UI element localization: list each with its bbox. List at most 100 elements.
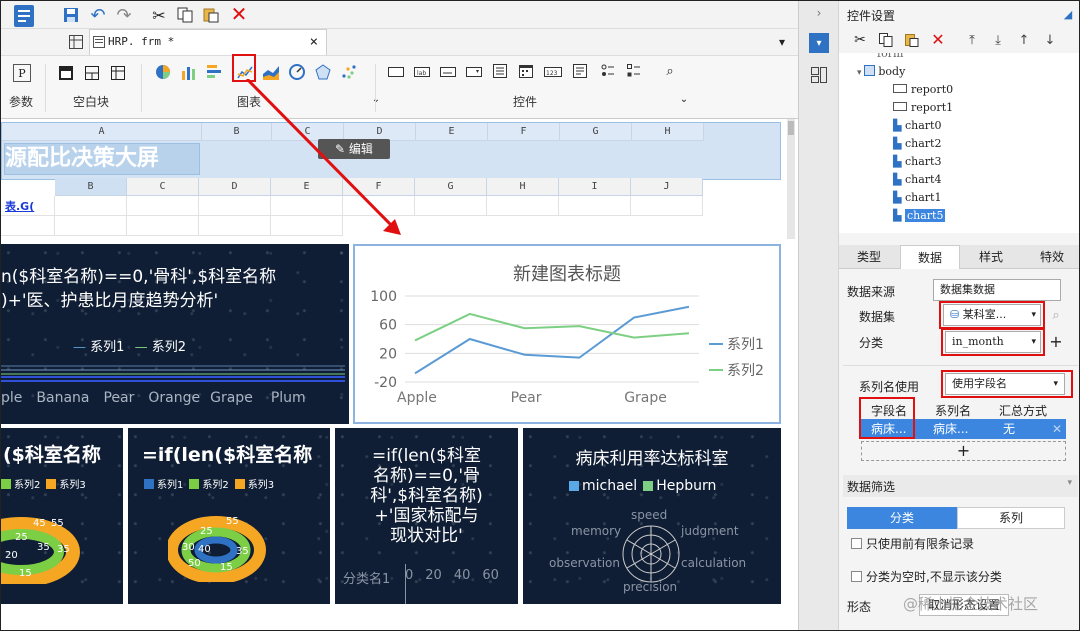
y-tick-label: -20	[374, 375, 397, 391]
tree-root-form[interactable]: form	[877, 53, 903, 63]
grid-view-icon[interactable]	[67, 33, 85, 51]
text-widget-icon[interactable]	[439, 64, 457, 80]
panel-ring-2[interactable]: =if(len($科室名称 系列1 系列2 系列3 55 25 30 40 35 5…	[128, 428, 330, 604]
series-name-use-label: 系列名使用	[859, 380, 920, 394]
app-logo-icon[interactable]	[11, 3, 37, 29]
radio-group-icon[interactable]	[599, 62, 617, 80]
tree-node-body[interactable]: ▾ body	[857, 63, 905, 81]
radar-chart-icon[interactable]	[313, 62, 333, 82]
col-b: B	[233, 126, 240, 137]
report1-block[interactable]: B C D E F G H I J 表.G(	[1, 178, 703, 244]
filter-section-header[interactable]: 数据筛选 ▾	[843, 475, 1078, 497]
tree-delete-icon[interactable]: ✕	[929, 30, 947, 49]
blank-block-icon-2[interactable]	[83, 64, 101, 82]
report0-block[interactable]: A B C D E F G H 源配比决策大屏 ✎ 编辑	[1, 122, 781, 180]
button-widget-icon[interactable]	[387, 64, 405, 80]
tree-node-report0[interactable]: report0	[893, 81, 953, 99]
edit-button[interactable]: ✎ 编辑	[318, 139, 390, 159]
left-legend-1: 系列1	[90, 340, 125, 355]
tab-close-icon[interactable]: ×	[310, 30, 318, 54]
tree-copy-icon[interactable]	[877, 31, 895, 49]
redo-icon[interactable]: ↷	[113, 5, 135, 26]
component-library-icon[interactable]	[809, 65, 829, 85]
undo-icon[interactable]: ↶	[87, 5, 109, 26]
tree-node-chart5[interactable]: ▙ chart5	[893, 207, 946, 225]
date-widget-icon[interactable]	[517, 62, 535, 80]
tree-paste-icon[interactable]	[903, 31, 921, 49]
bar-chart-icon[interactable]	[179, 62, 199, 82]
remove-row-icon[interactable]: ✕	[1052, 419, 1062, 439]
file-tabs: HRP. frm * × ▾	[1, 29, 798, 55]
add-category-icon[interactable]: +	[1047, 331, 1065, 351]
query-widget-icon[interactable]: ⌕	[661, 62, 679, 80]
blank-block-icon-3[interactable]	[109, 64, 127, 82]
tab-data[interactable]: 数据	[900, 245, 960, 269]
tree-node-chart4[interactable]: ▙ chart4	[893, 171, 941, 189]
label-widget-icon[interactable]: lab	[413, 64, 431, 80]
widget-settings-icon[interactable]: ▾	[809, 33, 829, 53]
tree-node-chart3[interactable]: ▙ chart3	[893, 153, 941, 171]
chart-group-expand-icon[interactable]: ⌄	[369, 92, 383, 106]
horizontal-bar-icon[interactable]	[205, 62, 225, 82]
col-b2: B	[87, 181, 94, 192]
collapse-arrow-icon[interactable]: ›	[811, 5, 827, 21]
form-canvas[interactable]: A B C D E F G H 源配比决策大屏 ✎ 编辑 B C D E F G…	[1, 79, 798, 630]
hide-empty-checkbox[interactable]	[851, 571, 862, 582]
tree-cut-icon[interactable]: ✂	[851, 31, 869, 49]
add-series-button[interactable]: +	[861, 441, 1066, 461]
move-down-icon[interactable]: ↓	[1041, 31, 1059, 49]
checkbox-group-icon[interactable]	[625, 62, 643, 80]
control-group-expand-icon[interactable]: ⌄	[677, 92, 691, 106]
pin-icon[interactable]: ▾	[773, 33, 791, 51]
tab-effects[interactable]: 特效	[1022, 245, 1079, 269]
panel-radar[interactable]: 病床利用率达标科室 michael Hepburn speed judgment …	[523, 428, 781, 604]
filter-tab-series[interactable]: 系列	[957, 507, 1065, 529]
line-chart-svg: 新建图表标题 100 60 20 -20 Apple Pear Grape 系列1 系列2	[370, 264, 764, 406]
textarea-widget-icon[interactable]	[571, 62, 589, 80]
filter-tab-category[interactable]: 分类	[847, 507, 957, 529]
x-tick-label: Apple	[397, 390, 437, 406]
canvas-scrollbar[interactable]	[787, 119, 795, 239]
formula-cell[interactable]: 表.G(	[5, 198, 34, 214]
delete-icon[interactable]: ✕	[229, 2, 249, 26]
hide-empty-option[interactable]: 分类为空时,不显示该分类	[851, 568, 1002, 585]
limit-records-checkbox[interactable]	[851, 538, 862, 549]
move-up-icon[interactable]: ↑	[1015, 31, 1033, 49]
legend-label-1: 系列1	[727, 337, 764, 353]
tree-node-report1[interactable]: report1	[893, 99, 953, 117]
pie-chart-icon[interactable]	[153, 62, 173, 82]
panel-ring-1[interactable]: ($科室名称 系列2 系列3 45 55 25 35 35 20 15	[1, 428, 123, 604]
chart5-new-line-chart[interactable]: 新建图表标题 100 60 20 -20 Apple Pear Grape 系列1 系列2	[353, 244, 781, 424]
area-chart-icon[interactable]	[261, 62, 281, 82]
tab-type[interactable]: 类型	[839, 245, 899, 269]
move-bottom-icon[interactable]: ⤓	[989, 31, 1007, 49]
paste-icon[interactable]	[201, 5, 221, 25]
list-widget-icon[interactable]	[491, 62, 509, 80]
blank-block-icon-1[interactable]	[57, 64, 75, 82]
chart-trend-left[interactable]: n($科室名称)==0,'骨科',$科室名称 )+'医、护患比月度趋势分析' —…	[1, 244, 349, 424]
category-label: 分类	[859, 336, 884, 350]
svg-text:35: 35	[57, 544, 70, 555]
tree-node-chart0[interactable]: ▙ chart0	[893, 117, 941, 135]
dropdown-widget-icon[interactable]	[465, 64, 483, 80]
parameter-icon[interactable]: P	[13, 64, 31, 82]
limit-records-option[interactable]: 只使用前有限条记录	[851, 535, 974, 552]
dock-icon[interactable]: ◢	[1061, 7, 1075, 21]
panel-bar-compare[interactable]: =if(len($科室 名称)==0,'骨 科',$科室名称) +'国家标配与 现状对比…	[335, 428, 518, 604]
tab-hrp-frm[interactable]: HRP. frm * ×	[89, 29, 327, 55]
tree-node-chart2[interactable]: ▙ chart2	[893, 135, 941, 153]
data-source-select[interactable]: 数据集数据	[933, 279, 1061, 301]
save-icon[interactable]	[61, 5, 81, 25]
cut-icon[interactable]: ✂	[149, 5, 169, 25]
move-top-icon[interactable]: ⤒	[963, 31, 981, 49]
search-icon[interactable]: ⌕	[1047, 306, 1065, 324]
copy-icon[interactable]	[175, 5, 195, 25]
tree-node-chart1[interactable]: ▙ chart1	[893, 189, 941, 207]
svg-text:45: 45	[33, 518, 46, 529]
number-widget-icon[interactable]: 123	[543, 64, 563, 80]
tab-style[interactable]: 样式	[961, 245, 1021, 269]
ribbon-group-blank: 空白块	[73, 95, 110, 109]
gauge-chart-icon[interactable]	[287, 62, 307, 82]
scatter-chart-icon[interactable]	[339, 62, 359, 82]
p3-ticks: 0 20 40 60	[405, 568, 499, 583]
